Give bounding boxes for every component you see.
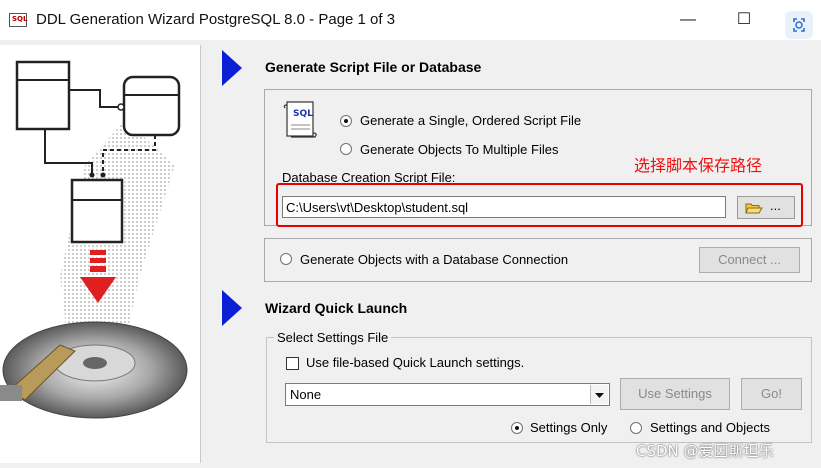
radio-multiple-files[interactable]	[340, 143, 352, 155]
title-bar: SQL DDL Generation Wizard PostgreSQL 8.0…	[0, 0, 821, 40]
csdn-watermark: CSDN @爱因斯坦乐	[636, 442, 774, 460]
use-settings-button[interactable]: Use Settings	[620, 378, 730, 410]
database-diagram-illustration	[0, 60, 188, 419]
use-quick-launch-checkbox[interactable]	[286, 357, 299, 370]
sql-script-icon: SQL	[283, 99, 319, 141]
radio-settings-only[interactable]	[511, 422, 523, 434]
radio-db-connection-label: Generate Objects with a Database Connect…	[300, 252, 569, 267]
use-quick-launch-label: Use file-based Quick Launch settings.	[306, 355, 525, 370]
radio-settings-and-objects[interactable]	[630, 422, 642, 434]
settings-file-select-value: None	[290, 387, 322, 402]
sql-icon-label: SQL	[293, 109, 313, 119]
settings-file-select[interactable]: None	[285, 383, 610, 406]
maximize-button[interactable]: ☐	[724, 6, 764, 34]
section-title-generate: Generate Script File or Database	[265, 59, 482, 75]
section-title-quick-launch: Wizard Quick Launch	[265, 300, 408, 316]
radio-single-script-label: Generate a Single, Ordered Script File	[360, 113, 582, 128]
section-arrow-icon	[222, 50, 242, 86]
go-button[interactable]: Go!	[741, 378, 802, 410]
floating-assistant-icon[interactable]	[785, 11, 813, 39]
chevron-down-icon[interactable]	[590, 385, 608, 404]
connect-button[interactable]: Connect ...	[699, 247, 800, 273]
app-icon: SQL	[9, 13, 27, 27]
annotation-save-path: 选择脚本保存路径	[634, 156, 763, 175]
wizard-illustration	[0, 45, 201, 463]
minimize-button[interactable]: —	[668, 6, 708, 34]
radio-multiple-files-label: Generate Objects To Multiple Files	[360, 142, 559, 157]
window-title: DDL Generation Wizard PostgreSQL 8.0 - P…	[36, 11, 396, 28]
highlight-box	[276, 183, 803, 227]
radio-single-script[interactable]	[340, 115, 352, 127]
section-arrow-icon	[222, 290, 242, 326]
radio-settings-and-objects-label: Settings and Objects	[650, 420, 770, 435]
radio-db-connection[interactable]	[280, 253, 292, 265]
settings-file-group-label: Select Settings File	[274, 330, 392, 345]
radio-settings-only-label: Settings Only	[530, 420, 608, 435]
